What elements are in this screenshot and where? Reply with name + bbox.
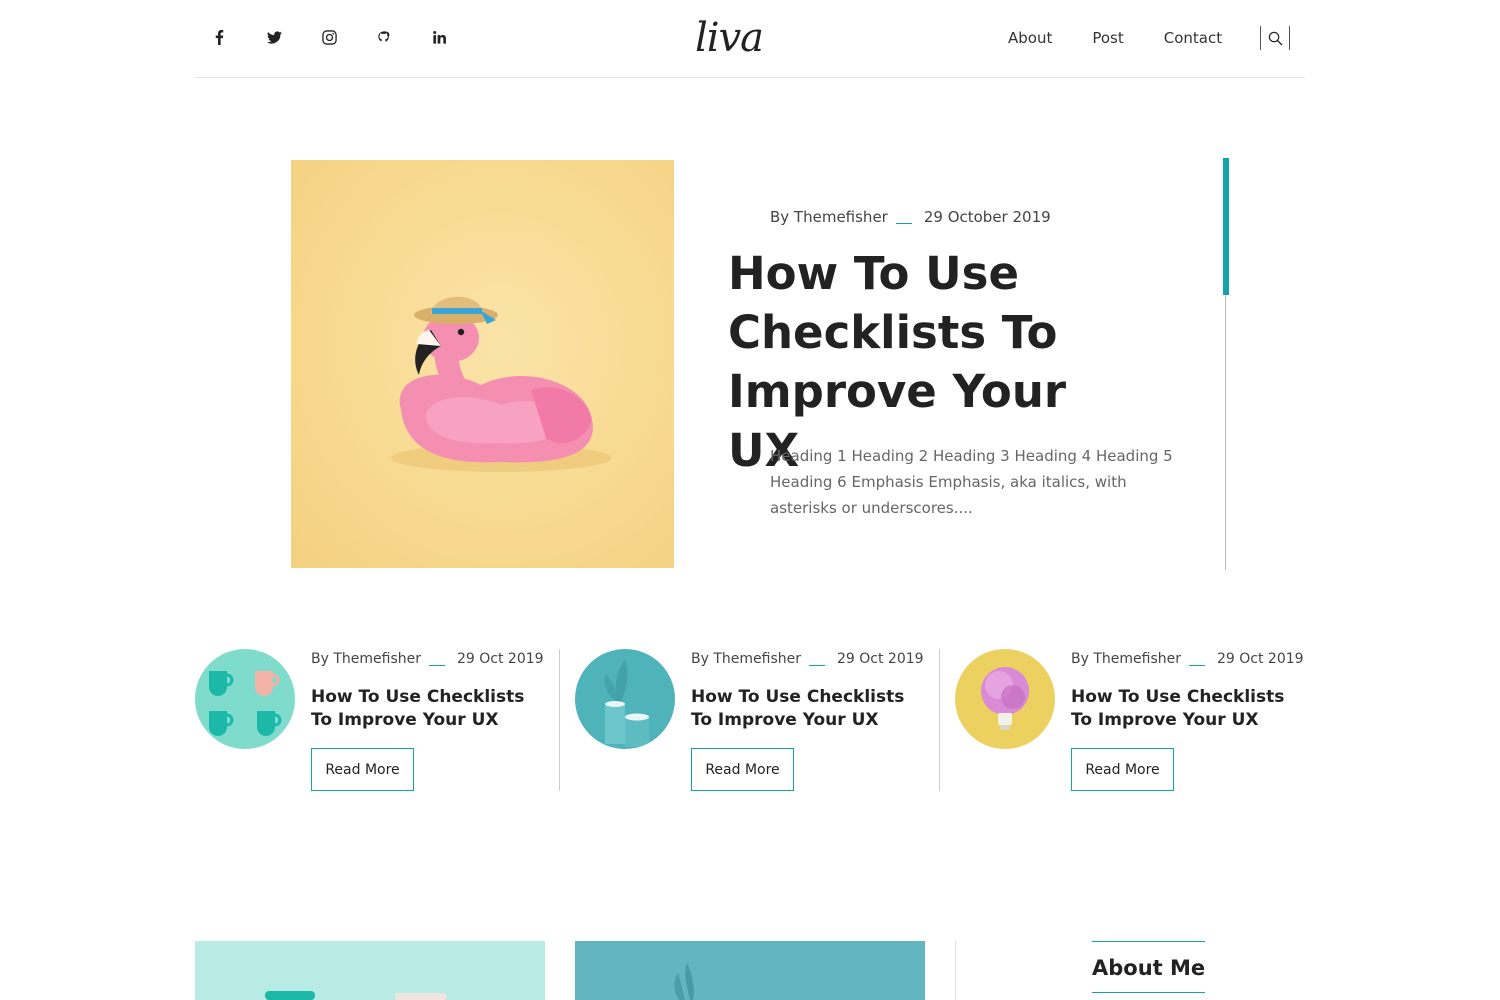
- facebook-icon[interactable]: [207, 26, 231, 48]
- featured-date: 29 October 2019: [923, 208, 1051, 226]
- sidebar-separator: [955, 941, 956, 1000]
- post-meta: By Themefisher 29 Oct 2019: [691, 651, 924, 667]
- read-more-button[interactable]: Read More: [691, 748, 794, 791]
- featured-excerpt: Heading 1 Heading 2 Heading 3 Heading 4 …: [770, 447, 1173, 517]
- twitter-icon[interactable]: [262, 26, 286, 48]
- social-links: [207, 26, 451, 48]
- featured-image[interactable]: [291, 160, 674, 568]
- featured-author[interactable]: By Themefisher: [770, 208, 888, 226]
- featured-meta: By Themefisher 29 October 2019: [770, 208, 1051, 226]
- meta-divider: [895, 222, 912, 224]
- post-card-image[interactable]: [195, 941, 545, 1000]
- post-date: 29 Oct 2019: [836, 651, 924, 667]
- post-card-image[interactable]: [575, 941, 925, 1000]
- post-thumbnail[interactable]: [575, 649, 675, 749]
- post-date: 29 Oct 2019: [456, 651, 544, 667]
- post-separator: [559, 649, 560, 791]
- post-date: 29 Oct 2019: [1216, 651, 1304, 667]
- featured-accent-bar: [1223, 158, 1229, 295]
- main-nav: About Post Contact: [1008, 29, 1222, 47]
- post-card: By Themefisher 29 Oct 2019 How To Use Ch…: [955, 649, 1325, 791]
- post-meta: By Themefisher 29 Oct 2019: [1071, 651, 1304, 667]
- post-meta: By Themefisher 29 Oct 2019: [311, 651, 544, 667]
- post-card: By Themefisher 29 Oct 2019 How To Use Ch…: [575, 649, 945, 791]
- meta-divider: [808, 664, 825, 666]
- site-header: liva About Post Contact: [195, 0, 1305, 78]
- meta-divider: [1188, 664, 1205, 666]
- post-separator: [939, 649, 940, 791]
- nav-item-contact[interactable]: Contact: [1164, 29, 1222, 47]
- post-card: By Themefisher 29 Oct 2019 How To Use Ch…: [195, 649, 565, 791]
- nav-item-post[interactable]: Post: [1092, 29, 1123, 47]
- meta-divider: [428, 664, 445, 666]
- post-title[interactable]: How To Use Checklists To Improve Your UX: [691, 686, 931, 732]
- post-title[interactable]: How To Use Checklists To Improve Your UX: [311, 686, 551, 732]
- linkedin-icon[interactable]: [427, 26, 451, 48]
- read-more-button[interactable]: Read More: [1071, 748, 1174, 791]
- post-author[interactable]: By Themefisher: [311, 651, 421, 667]
- post-author[interactable]: By Themefisher: [1071, 651, 1181, 667]
- search-icon: [1268, 31, 1283, 46]
- read-more-button[interactable]: Read More: [311, 748, 414, 791]
- post-thumbnail[interactable]: [955, 649, 1055, 749]
- nav-item-about[interactable]: About: [1008, 29, 1052, 47]
- instagram-icon[interactable]: [317, 26, 341, 48]
- post-author[interactable]: By Themefisher: [691, 651, 801, 667]
- about-me-heading: About Me: [1092, 941, 1206, 993]
- site-logo[interactable]: liva: [695, 14, 764, 62]
- github-icon[interactable]: [372, 26, 396, 48]
- search-button[interactable]: [1260, 26, 1290, 50]
- post-thumbnail[interactable]: [195, 649, 295, 749]
- post-title[interactable]: How To Use Checklists To Improve Your UX: [1071, 686, 1311, 732]
